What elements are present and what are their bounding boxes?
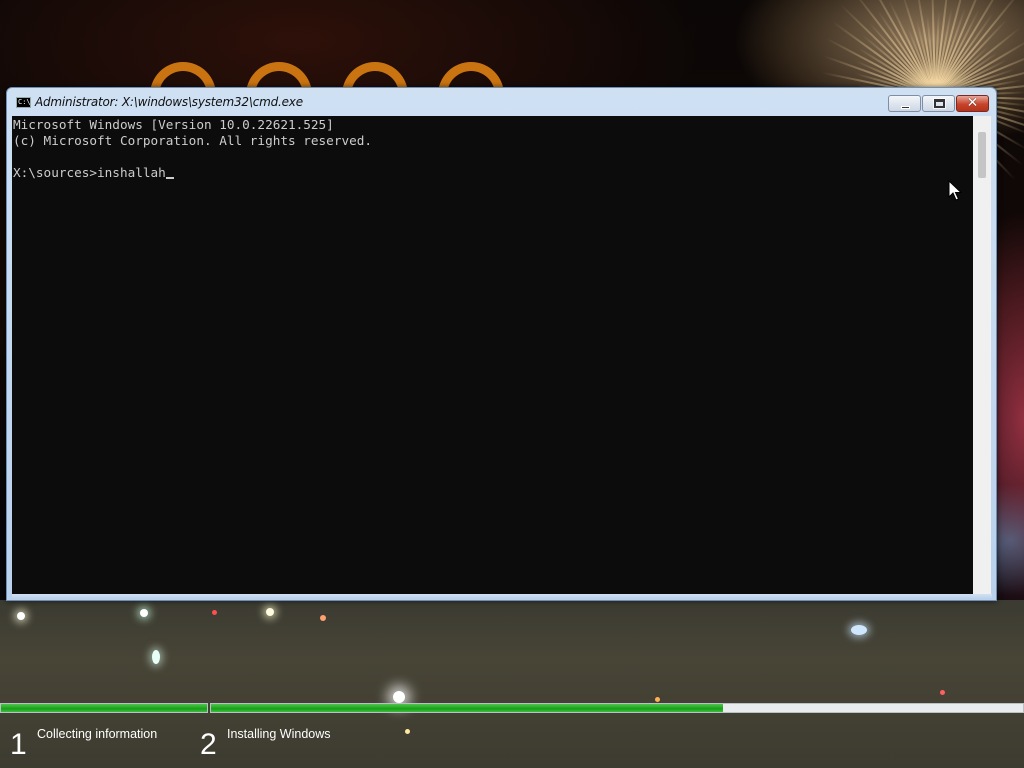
street-light	[320, 615, 326, 621]
window-frame-bottom	[12, 594, 992, 599]
title-bar[interactable]: C:\ Administrator: X:\windows\system32\c…	[7, 88, 996, 116]
cmd-window[interactable]: C:\ Administrator: X:\windows\system32\c…	[6, 87, 997, 601]
progress-segment-installing	[210, 703, 1024, 713]
street-light	[851, 625, 867, 635]
street-light	[393, 691, 405, 703]
street-light	[152, 650, 160, 664]
window-title: Administrator: X:\windows\system32\cmd.e…	[35, 95, 303, 109]
progress-fill	[211, 704, 723, 712]
step-label: Installing Windows	[227, 727, 331, 741]
minimize-button[interactable]	[888, 95, 921, 112]
close-button[interactable]: ✕	[956, 95, 989, 112]
step-number: 2	[200, 728, 217, 761]
city-skyline	[0, 600, 1024, 768]
street-light	[405, 729, 410, 734]
street-light	[940, 690, 945, 695]
cmd-icon: C:\	[16, 97, 31, 108]
street-light	[17, 612, 25, 620]
progress-fill	[1, 704, 207, 712]
command-prompt-line[interactable]: X:\sources>inshallah	[13, 165, 166, 180]
street-light	[140, 609, 148, 617]
step-label: Collecting information	[37, 727, 158, 741]
street-light	[655, 697, 660, 702]
step-number: 1	[10, 728, 27, 761]
console-output: Microsoft Windows [Version 10.0.22621.52…	[12, 116, 973, 181]
close-icon: ✕	[966, 95, 979, 111]
console-line: (c) Microsoft Corporation. All rights re…	[13, 133, 373, 148]
minimize-icon	[901, 106, 910, 109]
mouse-pointer-icon	[948, 180, 962, 201]
progress-segment-collecting	[0, 703, 208, 713]
scrollbar-thumb[interactable]	[978, 132, 986, 178]
vertical-scrollbar[interactable]	[973, 116, 991, 594]
maximize-icon	[933, 98, 946, 109]
console-line: Microsoft Windows [Version 10.0.22621.52…	[13, 117, 334, 132]
maximize-button[interactable]	[922, 95, 955, 112]
console-area[interactable]: Microsoft Windows [Version 10.0.22621.52…	[12, 116, 973, 594]
text-cursor	[165, 177, 174, 179]
setup-progress	[0, 703, 1024, 713]
street-light	[212, 610, 217, 615]
street-light	[266, 608, 274, 616]
